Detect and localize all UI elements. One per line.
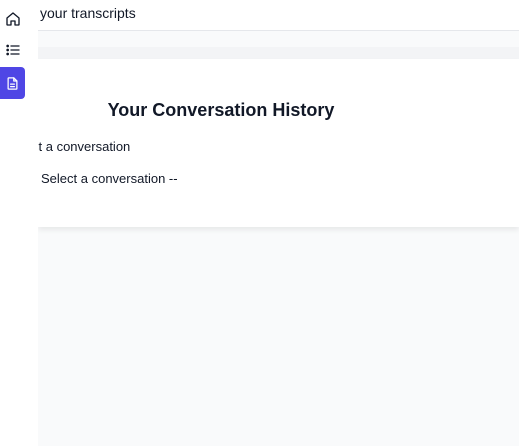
sidebar-item-home[interactable] [0,3,25,35]
conversation-history-card: Your Conversation History ct a conversat… [38,59,519,227]
sidebar-item-transcripts[interactable] [0,67,25,99]
sidebar [0,0,38,446]
list-icon [5,44,20,56]
document-icon [7,76,18,90]
conversation-select-value: Select a conversation -- [41,171,178,186]
page-header-title: your transcripts [40,5,136,21]
conversation-select[interactable]: Select a conversation -- [38,165,286,193]
card-title: Your Conversation History [107,100,335,120]
top-bar: your transcripts [38,0,519,31]
section-divider [38,47,519,59]
home-icon [5,12,20,26]
sidebar-item-list[interactable] [0,34,25,66]
conversation-select-label: ct a conversation [38,139,131,154]
main-content: your transcripts Your Conversation Histo… [38,0,519,446]
